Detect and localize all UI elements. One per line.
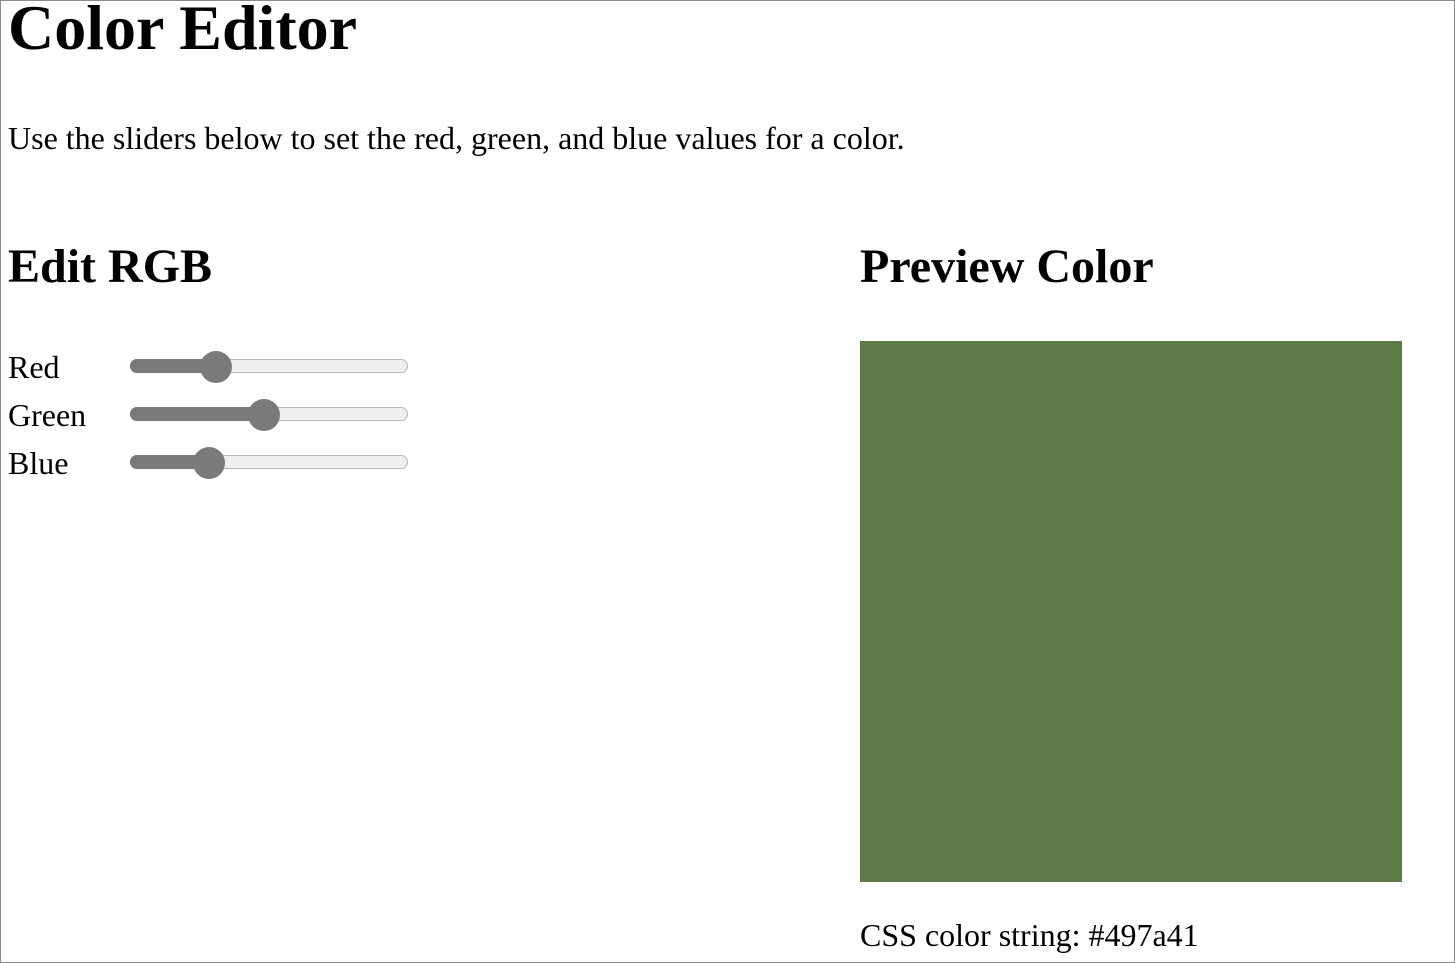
green-slider-thumb[interactable] (247, 399, 280, 431)
preview-color-heading: Preview Color (860, 240, 1154, 293)
blue-slider[interactable] (130, 447, 408, 479)
intro-text: Use the sliders below to set the red, gr… (8, 120, 905, 156)
red-label: Red (8, 349, 60, 385)
css-color-string: CSS color string: #497a41 (860, 917, 1199, 953)
edit-rgb-heading: Edit RGB (8, 240, 213, 293)
green-label: Green (8, 397, 87, 433)
blue-label: Blue (8, 445, 69, 481)
green-slider[interactable] (130, 399, 408, 431)
color-preview-swatch (860, 341, 1402, 882)
blue-slider-thumb[interactable] (192, 447, 225, 479)
page-title: Color Editor (8, 0, 358, 63)
red-slider[interactable] (130, 351, 408, 383)
green-slider-fill (130, 407, 264, 421)
